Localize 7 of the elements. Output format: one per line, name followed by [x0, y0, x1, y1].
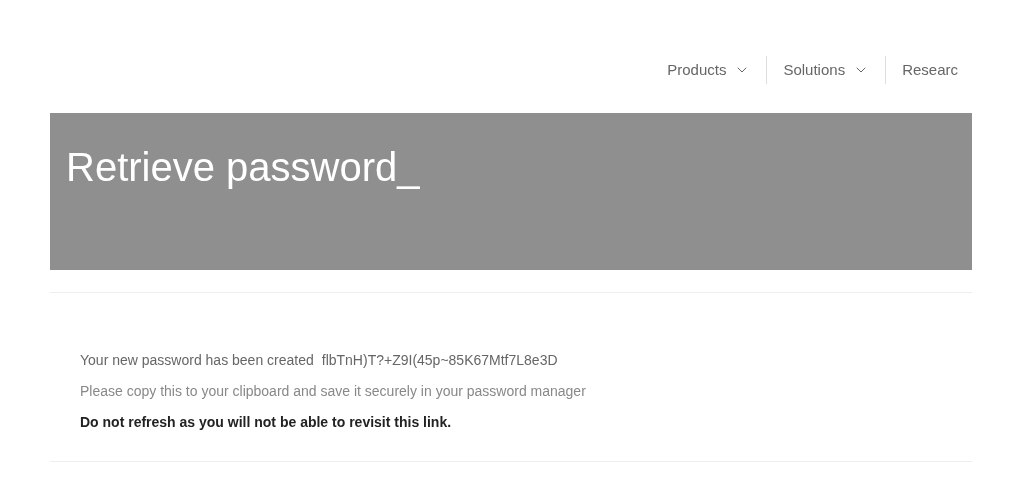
- nav-link[interactable]: Researc: [885, 56, 974, 84]
- nav-link[interactable]: Solutions: [766, 56, 886, 84]
- warning-text: Do not refresh as you will not be able to revisit this link.: [80, 413, 453, 431]
- nav-link[interactable]: Products: [651, 56, 767, 84]
- instruction-text: Please copy this to your clipboard and save it securely in your password manager: [80, 382, 587, 400]
- password-message: Your new password has been created flbTnH)T?+Z9I(45p~85K67Mtf7L8e3D: [80, 351, 559, 369]
- page-title: Retrieve password_: [66, 144, 421, 191]
